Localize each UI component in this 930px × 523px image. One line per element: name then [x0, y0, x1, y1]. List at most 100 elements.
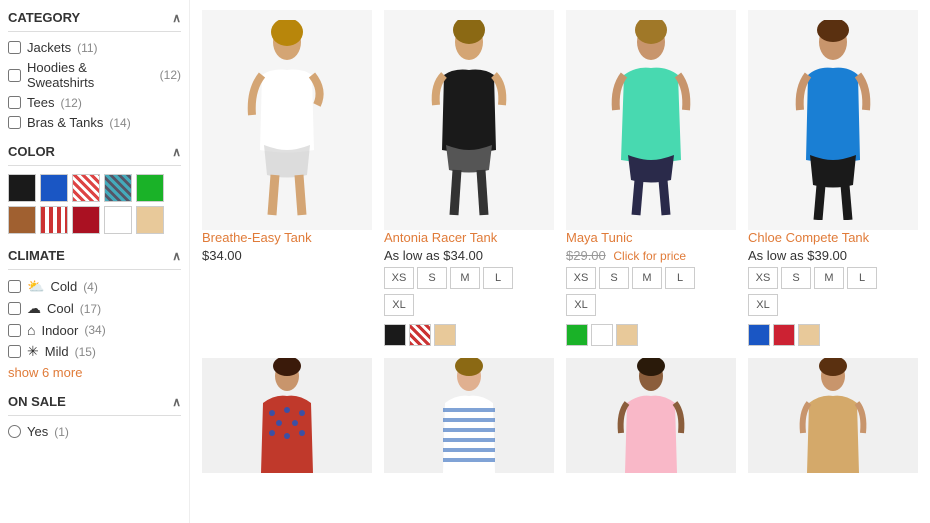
size-m[interactable]: M [450, 267, 480, 289]
size-xs[interactable]: XS [384, 267, 414, 289]
climate-chevron-icon[interactable]: ∧ [172, 249, 181, 263]
category-item-bras[interactable]: Bras & Tanks (14) [8, 115, 181, 130]
product-name-chloe[interactable]: Chloe Compete Tank [748, 230, 918, 245]
size-m[interactable]: M [814, 267, 844, 289]
category-name: Bras & Tanks [27, 115, 103, 130]
climate-item-indoor[interactable]: ⌂ Indoor (34) [8, 322, 181, 338]
product-card-chloe: Chloe Compete Tank As low as $39.00 XS S… [748, 10, 918, 346]
category-count: (12) [60, 96, 81, 110]
on-sale-radio-yes[interactable] [8, 425, 21, 438]
category-chevron-icon[interactable]: ∧ [172, 11, 181, 25]
product-name-antonia[interactable]: Antonia Racer Tank [384, 230, 554, 245]
category-checkbox-hoodies[interactable] [8, 69, 21, 82]
climate-item-mild[interactable]: ✳ Mild (15) [8, 343, 181, 360]
category-checkbox-tees[interactable] [8, 96, 21, 109]
prod-color-tan[interactable] [798, 324, 820, 346]
size-s[interactable]: S [417, 267, 447, 289]
color-swatch-dark-red[interactable] [72, 206, 100, 234]
prod-color-white[interactable] [591, 324, 613, 346]
size-xl[interactable]: XL [384, 294, 414, 316]
click-price: Click for price [613, 249, 686, 263]
category-name: Hoodies & Sweatshirts [27, 60, 154, 90]
category-checkbox-bras[interactable] [8, 116, 21, 129]
prod-color-green[interactable] [566, 324, 588, 346]
size-l[interactable]: L [665, 267, 695, 289]
prod-color-pattern[interactable] [409, 324, 431, 346]
product-name-breathe-easy[interactable]: Breathe-Easy Tank [202, 230, 372, 245]
cool-icon: ☁ [27, 300, 41, 317]
category-count: (14) [109, 116, 130, 130]
product-image-antonia [384, 10, 554, 230]
size-xl[interactable]: XL [566, 294, 596, 316]
show-more-climate[interactable]: show 6 more [8, 365, 181, 380]
products-grid: Breathe-Easy Tank $34.00 [202, 10, 918, 473]
color-swatch-blue[interactable] [40, 174, 68, 202]
climate-checkbox-cold[interactable] [8, 280, 21, 293]
category-count: (11) [77, 41, 97, 55]
size-buttons-antonia: XS S M L [384, 267, 554, 289]
product-image-chloe [748, 10, 918, 230]
color-swatch-green[interactable] [136, 174, 164, 202]
on-sale-label: ON SALE [8, 394, 66, 409]
product-price-chloe: As low as $39.00 [748, 248, 918, 263]
color-swatch-teal-pattern[interactable] [104, 174, 132, 202]
prod-color-black[interactable] [384, 324, 406, 346]
climate-label: CLIMATE [8, 248, 65, 263]
product-card-5 [202, 358, 372, 473]
color-swatch-red-pattern[interactable] [72, 174, 100, 202]
color-swatch-brown[interactable] [8, 206, 36, 234]
original-price: $29.00 [566, 248, 606, 263]
color-swatch-red-pattern2[interactable] [40, 206, 68, 234]
prod-color-tan[interactable] [434, 324, 456, 346]
color-swatches-container [8, 174, 181, 234]
product-card-7 [566, 358, 736, 473]
price-value: $34.00 [443, 248, 483, 263]
size-buttons-chloe: XS S M L [748, 267, 918, 289]
size-m[interactable]: M [632, 267, 662, 289]
on-sale-chevron-icon[interactable]: ∧ [172, 395, 181, 409]
indoor-icon: ⌂ [27, 322, 35, 338]
product-colors-antonia [384, 324, 554, 346]
climate-name-cool: Cool [47, 301, 74, 316]
on-sale-item-yes[interactable]: Yes (1) [8, 424, 181, 439]
product-name-maya[interactable]: Maya Tunic [566, 230, 736, 245]
cold-icon: ⛅ [27, 278, 44, 295]
category-name: Jackets [27, 40, 71, 55]
category-checkbox-jackets[interactable] [8, 41, 21, 54]
category-item-tees[interactable]: Tees (12) [8, 95, 181, 110]
category-section: CATEGORY ∧ Jackets (11) Hoodies & Sweats… [8, 10, 181, 130]
product-colors-chloe [748, 324, 918, 346]
category-name: Tees [27, 95, 54, 110]
product-image-maya [566, 10, 736, 230]
climate-item-cool[interactable]: ☁ Cool (17) [8, 300, 181, 317]
color-swatch-white[interactable] [104, 206, 132, 234]
product-card-antonia: Antonia Racer Tank As low as $34.00 XS S… [384, 10, 554, 346]
climate-item-cold[interactable]: ⛅ Cold (4) [8, 278, 181, 295]
product-image-breathe-easy [202, 10, 372, 230]
size-buttons-chloe-xl: XL [748, 294, 918, 316]
size-l[interactable]: L [483, 267, 513, 289]
size-xs[interactable]: XS [748, 267, 778, 289]
size-l[interactable]: L [847, 267, 877, 289]
climate-checkbox-mild[interactable] [8, 345, 21, 358]
prod-color-tan[interactable] [616, 324, 638, 346]
climate-name-cold: Cold [50, 279, 77, 294]
size-s[interactable]: S [781, 267, 811, 289]
climate-checkbox-indoor[interactable] [8, 324, 21, 337]
color-chevron-icon[interactable]: ∧ [172, 145, 181, 159]
category-item-jackets[interactable]: Jackets (11) [8, 40, 181, 55]
climate-checkbox-cool[interactable] [8, 302, 21, 315]
color-section: COLOR ∧ [8, 144, 181, 234]
color-swatch-black[interactable] [8, 174, 36, 202]
climate-count-cool: (17) [80, 302, 101, 316]
size-s[interactable]: S [599, 267, 629, 289]
size-xl[interactable]: XL [748, 294, 778, 316]
product-price-breathe-easy: $34.00 [202, 248, 372, 263]
color-swatch-tan[interactable] [136, 206, 164, 234]
category-item-hoodies[interactable]: Hoodies & Sweatshirts (12) [8, 60, 181, 90]
category-count: (12) [160, 68, 181, 82]
prod-color-blue[interactable] [748, 324, 770, 346]
on-sale-name: Yes [27, 424, 48, 439]
prod-color-red[interactable] [773, 324, 795, 346]
size-xs[interactable]: XS [566, 267, 596, 289]
